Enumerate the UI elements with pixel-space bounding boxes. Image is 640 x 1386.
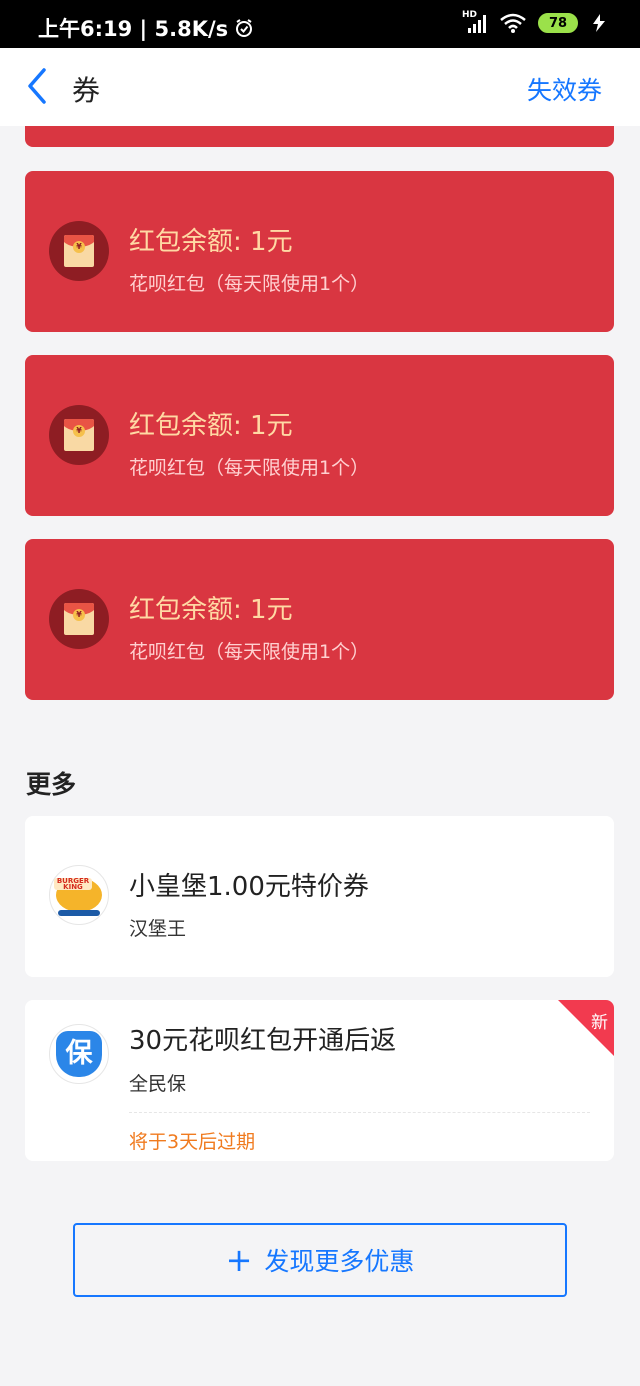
red-packet-title: 红包余额: 1元 (129, 595, 293, 625)
new-badge: 新 (558, 1000, 614, 1056)
red-packet-subtitle: 花呗红包（每天限使用1个） (129, 457, 370, 479)
chevron-left-icon (28, 68, 46, 104)
coupon-title: 30元花呗红包开通后返 (129, 1026, 397, 1056)
page-title: 券 (72, 74, 101, 107)
charging-icon (593, 14, 605, 32)
battery-icon: 78 (538, 13, 578, 33)
red-packet-card[interactable]: ¥ 红包余额: 1元 花呗红包（每天限使用1个） (25, 355, 614, 516)
red-packet-title: 红包余额: 1元 (129, 411, 293, 441)
status-bar: 上午6:19 | 5.8K/s HD 78 (0, 0, 640, 48)
plus-icon: + (225, 1241, 253, 1279)
coupon-card-quanminbao[interactable]: 保 30元花呗红包开通后返 全民保 将于3天后过期 新 (25, 1000, 614, 1161)
red-packet-card-partial[interactable] (25, 126, 614, 147)
section-title-more: 更多 (26, 770, 77, 799)
burger-king-logo: BURGER KING (49, 865, 109, 925)
coupon-merchant: 汉堡王 (129, 918, 187, 940)
coupon-card-burger-king[interactable]: BURGER KING 小皇堡1.00元特价券 汉堡王 (25, 816, 614, 977)
red-packet-card[interactable]: ¥ 红包余额: 1元 花呗红包（每天限使用1个） (25, 539, 614, 700)
cellular-signal-icon: HD (462, 10, 488, 34)
red-packet-card[interactable]: ¥ 红包余额: 1元 花呗红包（每天限使用1个） (25, 171, 614, 332)
expired-coupons-link[interactable]: 失效券 (527, 71, 602, 107)
alarm-icon (236, 19, 253, 37)
back-button[interactable] (22, 66, 62, 108)
status-time: 上午6:19 | 5.8K/s (38, 17, 229, 41)
discover-more-button[interactable]: + 发现更多优惠 (73, 1223, 567, 1297)
insurance-shield-logo: 保 (49, 1024, 109, 1084)
red-envelope-icon: ¥ (49, 221, 109, 281)
coupon-merchant: 全民保 (129, 1073, 187, 1095)
divider (129, 1112, 590, 1113)
red-packet-subtitle: 花呗红包（每天限使用1个） (129, 273, 370, 295)
red-packet-title: 红包余额: 1元 (129, 227, 293, 257)
red-envelope-icon: ¥ (49, 589, 109, 649)
wifi-icon (500, 13, 526, 33)
nav-bar: 券 失效券 (0, 48, 640, 126)
coupon-title: 小皇堡1.00元特价券 (129, 872, 369, 902)
red-packet-subtitle: 花呗红包（每天限使用1个） (129, 641, 370, 663)
expiry-notice: 将于3天后过期 (129, 1131, 256, 1153)
red-envelope-icon: ¥ (49, 405, 109, 465)
discover-more-label: 发现更多优惠 (264, 1247, 415, 1276)
